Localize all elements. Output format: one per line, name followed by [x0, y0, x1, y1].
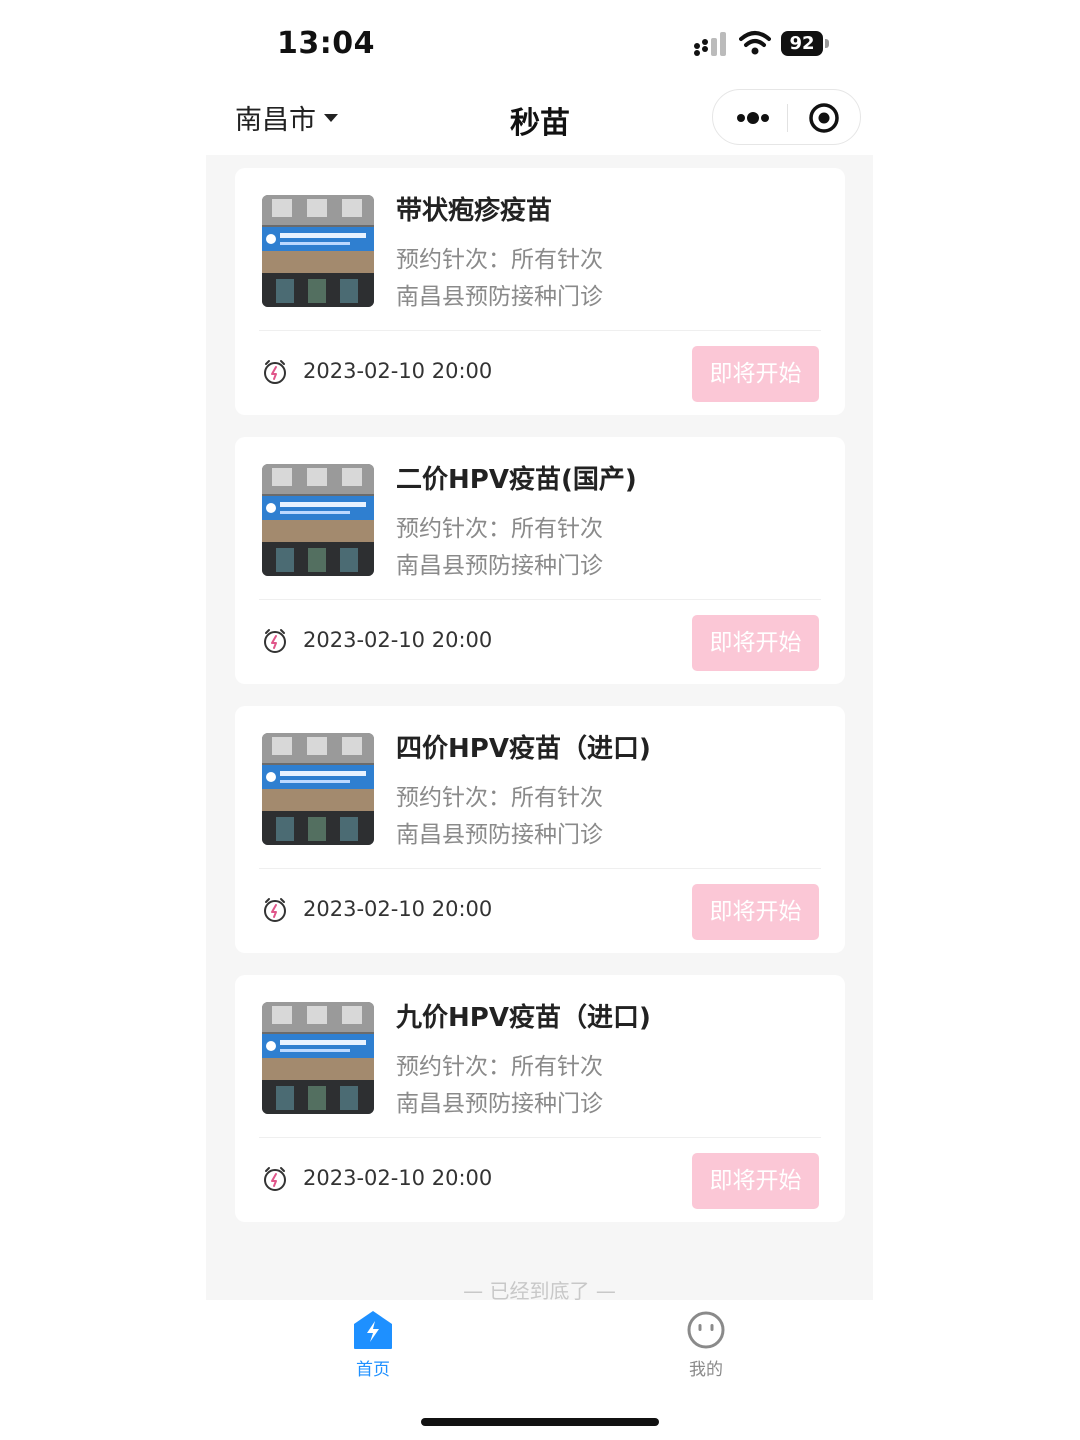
battery-icon: 92: [781, 31, 829, 56]
tab-home[interactable]: 首页: [333, 1310, 413, 1380]
clinic-name: 南昌县预防接种门诊: [396, 284, 603, 310]
clinic-name: 南昌县预防接种门诊: [396, 553, 603, 579]
list-end-note: — 已经到底了 —: [463, 1279, 616, 1303]
tab-mine-label: 我的: [689, 1360, 723, 1380]
clinic-name: 南昌县预防接种门诊: [396, 1091, 603, 1117]
wifi-icon: [739, 31, 771, 55]
home-indicator: [421, 1418, 659, 1426]
smiley-face-icon: [687, 1311, 725, 1349]
alarm-clock-icon: [264, 360, 286, 384]
start-time: 2023-02-10 20:00: [303, 1166, 493, 1190]
clinic-photo: [262, 733, 374, 845]
alarm-clock-icon: [264, 898, 286, 922]
coming-soon-button[interactable]: 即将开始: [692, 884, 819, 940]
alarm-clock-icon: [264, 1167, 286, 1191]
mini-program-capsule: [712, 89, 861, 145]
clinic-photo: [262, 195, 374, 307]
dose-info: 预约针次：所有针次: [396, 516, 603, 542]
page-title: 秒苗: [510, 106, 570, 141]
close-target-icon[interactable]: [808, 102, 840, 134]
coming-soon-button[interactable]: 即将开始: [692, 1153, 819, 1209]
dose-info: 预约针次：所有针次: [396, 785, 603, 811]
vaccine-name: 四价HPV疫苗（进口): [396, 734, 651, 764]
dose-info: 预约针次：所有针次: [396, 1054, 603, 1080]
home-lightning-icon: [354, 1311, 392, 1349]
clinic-photo: [262, 464, 374, 576]
coming-soon-button[interactable]: 即将开始: [692, 346, 819, 402]
status-time: 13:04: [277, 26, 375, 61]
alarm-clock-icon: [264, 629, 286, 653]
vaccine-card[interactable]: 带状疱疹疫苗 预约针次：所有针次 南昌县预防接种门诊 2023-02-10 20…: [235, 168, 845, 415]
tab-home-label: 首页: [356, 1360, 390, 1380]
dose-info: 预约针次：所有针次: [396, 247, 603, 273]
cellular-signal-icon: [694, 32, 726, 56]
vaccine-card[interactable]: 九价HPV疫苗（进口) 预约针次：所有针次 南昌县预防接种门诊 2023-02-…: [235, 975, 845, 1222]
clinic-photo: [262, 1002, 374, 1114]
battery-level: 92: [781, 31, 823, 56]
vaccine-name: 带状疱疹疫苗: [396, 196, 553, 226]
vaccine-name: 九价HPV疫苗（进口): [396, 1003, 651, 1033]
start-time: 2023-02-10 20:00: [303, 897, 493, 921]
vaccine-card[interactable]: 四价HPV疫苗（进口) 预约针次：所有针次 南昌县预防接种门诊 2023-02-…: [235, 706, 845, 953]
tab-mine[interactable]: 我的: [666, 1310, 746, 1380]
more-options-icon[interactable]: [733, 106, 773, 130]
start-time: 2023-02-10 20:00: [303, 359, 493, 383]
start-time: 2023-02-10 20:00: [303, 628, 493, 652]
vaccine-list: 带状疱疹疫苗 预约针次：所有针次 南昌县预防接种门诊 2023-02-10 20…: [206, 155, 873, 1303]
vaccine-card[interactable]: 二价HPV疫苗(国产) 预约针次：所有针次 南昌县预防接种门诊 2023-02-…: [235, 437, 845, 684]
coming-soon-button[interactable]: 即将开始: [692, 615, 819, 671]
clinic-name: 南昌县预防接种门诊: [396, 822, 603, 848]
vaccine-name: 二价HPV疫苗(国产): [396, 465, 637, 495]
